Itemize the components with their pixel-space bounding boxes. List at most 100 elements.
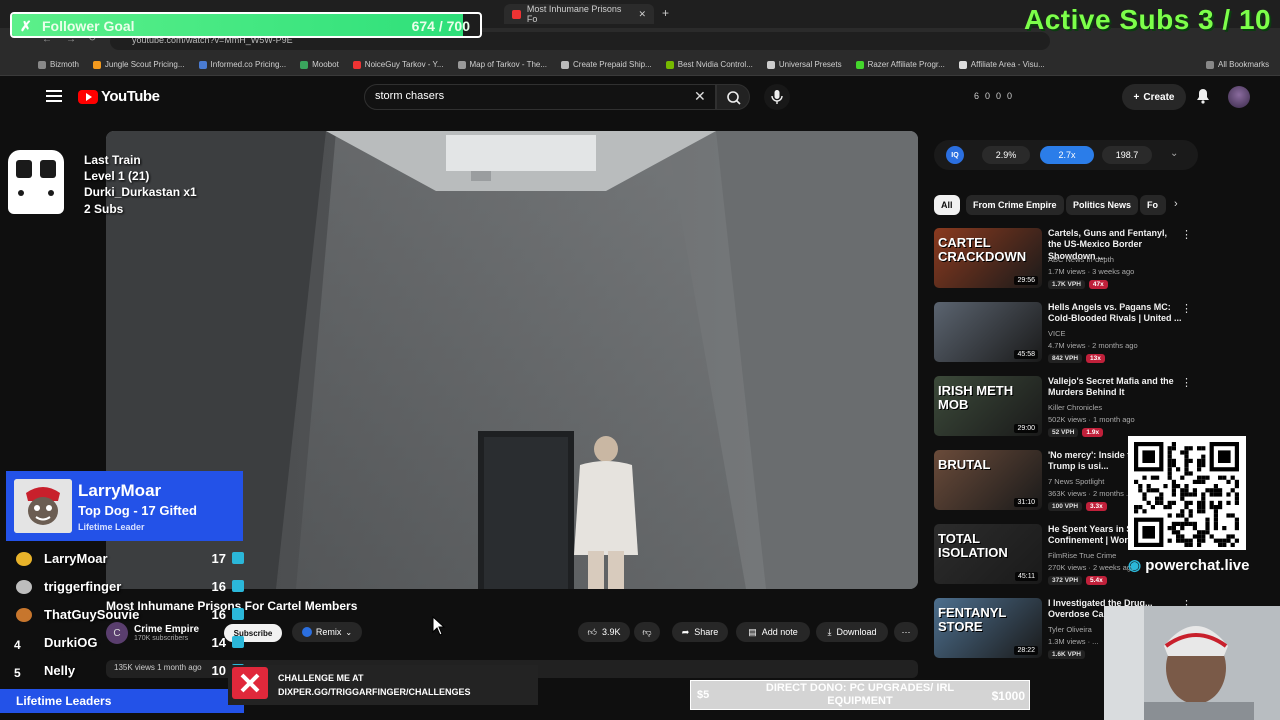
stats-pill-active[interactable]: 2.7x	[1040, 146, 1094, 164]
tab-title: Most Inhumane Prisons Fo	[526, 4, 622, 24]
more-actions-icon[interactable]: ⋯	[894, 622, 918, 642]
bookmark-item[interactable]: Create Prepaid Ship...	[561, 60, 652, 69]
recommended-video-channel[interactable]: 7 News Spotlight	[1048, 477, 1104, 486]
microphone-icon	[771, 90, 783, 104]
video-thumbnail[interactable]: IRISH METH MOB 29:00	[934, 376, 1042, 436]
leaderboard-list: LarryMoar 17 triggerfinger 16 ThatGuySou…	[8, 548, 244, 688]
last-train-subs: 2 Subs	[84, 201, 124, 216]
recommended-video-channel[interactable]: FilmRise True Crime	[1048, 551, 1116, 560]
leaderboard-row: 5 Nelly 10	[8, 660, 244, 688]
recommended-video-channel[interactable]: Tyler Oliveira	[1048, 625, 1092, 634]
bookmark-item[interactable]: Razer Affiliate Progr...	[855, 60, 945, 69]
leaderboard-row: LarryMoar 17	[8, 548, 244, 576]
leaderboard-count: 17	[211, 551, 226, 566]
like-button[interactable]: 👍︎ 3.9K	[578, 622, 630, 642]
dislike-button[interactable]: 👎︎	[634, 622, 660, 642]
more-options-icon[interactable]: ⋮	[1181, 228, 1192, 241]
notifications-bell-icon[interactable]	[1196, 88, 1210, 104]
video-thumbnail[interactable]: FENTANYL STORE 28:22	[934, 598, 1042, 658]
recommended-video-meta: 502K views · 1 month ago	[1048, 415, 1135, 424]
video-thumbnail[interactable]: BRUTAL 31:10	[934, 450, 1042, 510]
search-icon	[727, 91, 741, 105]
qr-caption: ◉ powerchat.live	[1128, 557, 1250, 574]
bookmark-item[interactable]: Map of Tarkov - The...	[457, 60, 547, 69]
recommended-video-channel[interactable]: Killer Chronicles	[1048, 403, 1102, 412]
recommended-video[interactable]: CARTEL CRACKDOWN 29:56 Cartels, Guns and…	[934, 228, 1196, 292]
stats-expand-icon[interactable]: ⌄	[1170, 148, 1178, 159]
video-duration: 45:58	[1014, 350, 1038, 359]
recommended-video[interactable]: IRISH METH MOB 29:00 Vallejo's Secret Ma…	[934, 376, 1196, 440]
note-icon: ▤	[748, 626, 757, 637]
download-button[interactable]: ⤓ Download	[816, 622, 888, 642]
browser-tab-active[interactable]: Most Inhumane Prisons Fo ✕	[504, 4, 654, 24]
recommended-video-channel[interactable]: ABC News In-depth	[1048, 255, 1114, 264]
menu-icon[interactable]	[46, 90, 62, 102]
bookmark-item[interactable]: Bizmoth	[38, 60, 79, 69]
video-thumbnail[interactable]: TOTAL ISOLATION 45:11	[934, 524, 1042, 584]
clear-search-icon[interactable]: ✕	[694, 88, 706, 105]
chip-politics-news[interactable]: Politics News	[1066, 195, 1139, 215]
stats-pill[interactable]: 2.9%	[982, 146, 1030, 164]
search-input[interactable]: storm chasers	[364, 84, 716, 110]
voice-search-button[interactable]	[764, 84, 790, 110]
recommended-video-meta: 363K views · 2 months ...	[1048, 489, 1133, 498]
chevron-right-icon[interactable]: ›	[1174, 198, 1178, 210]
bookmark-favicon-icon	[665, 60, 674, 69]
extension-counters: 6 0 0 0	[974, 91, 1013, 101]
outlier-badge: 13x	[1086, 354, 1105, 363]
last-train-level: Level 1 (21)	[84, 169, 150, 184]
outlier-badge: 3.3x	[1086, 502, 1107, 511]
create-button[interactable]: + Create	[1122, 84, 1186, 110]
more-options-icon[interactable]: ⋮	[1181, 302, 1192, 315]
bookmark-favicon-icon	[766, 60, 775, 69]
share-icon: ➦	[681, 626, 690, 637]
vph-badge: 1.6K VPH	[1048, 650, 1085, 659]
stats-pill[interactable]: 198.7	[1102, 146, 1152, 164]
follower-goal-bar: ✗ Follower Goal 674 / 700	[10, 12, 482, 38]
qr-code-image	[1134, 442, 1239, 547]
bookmark-item[interactable]: Affiliate Area - Visu...	[958, 60, 1045, 69]
youtube-logo[interactable]: YouTube	[78, 88, 160, 105]
video-thumbnail[interactable]: CARTEL CRACKDOWN 29:56	[934, 228, 1042, 288]
bookmark-favicon-icon	[300, 60, 309, 69]
bookmark-item[interactable]: NoiceGuy Tarkov - Y...	[352, 60, 444, 69]
thumbs-down-icon: 👎︎	[642, 626, 652, 637]
recommended-video-title[interactable]: Hells Angels vs. Pagans MC: Cold-Blooded…	[1048, 302, 1182, 325]
leader-avatar	[14, 479, 72, 533]
recommended-video-channel[interactable]: VICE	[1048, 329, 1066, 338]
all-bookmarks[interactable]: All Bookmarks	[1206, 60, 1269, 69]
webcam-feed	[1104, 606, 1280, 720]
bookmark-item[interactable]: Best Nvidia Control...	[665, 60, 753, 69]
leaderboard-name: LarryMoar	[44, 551, 108, 566]
donation-title: DIRECT DONO: PC UPGRADES/ IRL EQUIPMENT	[765, 682, 955, 708]
thumbnail-text: TOTAL ISOLATION	[938, 531, 1008, 560]
remix-icon	[301, 627, 312, 637]
leaderboard-count: 10	[211, 663, 226, 678]
tab-close-icon[interactable]: ✕	[638, 9, 646, 20]
bookmark-item[interactable]: Moobot	[300, 60, 339, 69]
bookmark-item[interactable]: Informed.co Pricing...	[198, 60, 286, 69]
gift-icon	[232, 636, 244, 648]
bookmark-item[interactable]: Jungle Scout Pricing...	[92, 60, 185, 69]
account-avatar[interactable]	[1228, 86, 1250, 108]
recommended-video[interactable]: 45:58 Hells Angels vs. Pagans MC: Cold-B…	[934, 302, 1196, 366]
bookmark-item[interactable]: Universal Presets	[766, 60, 842, 69]
recommended-video-meta: 270K views · 2 weeks ago	[1048, 563, 1136, 572]
chip-from-channel[interactable]: From Crime Empire	[966, 195, 1064, 215]
stats-badge[interactable]: IQ	[946, 146, 964, 164]
vph-badge: 100 VPH	[1048, 502, 1083, 511]
leaderboard-rank: 4	[14, 638, 21, 652]
chip-all[interactable]: All	[934, 195, 960, 215]
add-note-button[interactable]: ▤ Add note	[736, 622, 810, 642]
share-button[interactable]: ➦ Share	[672, 622, 728, 642]
new-tab-icon[interactable]: +	[662, 6, 669, 20]
chip-more[interactable]: Fo	[1140, 195, 1166, 215]
more-options-icon[interactable]: ⋮	[1181, 376, 1192, 389]
video-thumbnail[interactable]: 45:58	[934, 302, 1042, 362]
recommended-video-title[interactable]: Vallejo's Secret Mafia and the Murders B…	[1048, 376, 1182, 399]
youtube-favicon-icon	[512, 9, 521, 19]
leaderboard-name: DurkiOG	[44, 635, 98, 650]
recommended-video-meta: 1.3M views · ...	[1048, 637, 1099, 646]
search-button[interactable]	[716, 84, 750, 110]
remix-button[interactable]: Remix ⌄	[292, 622, 362, 642]
